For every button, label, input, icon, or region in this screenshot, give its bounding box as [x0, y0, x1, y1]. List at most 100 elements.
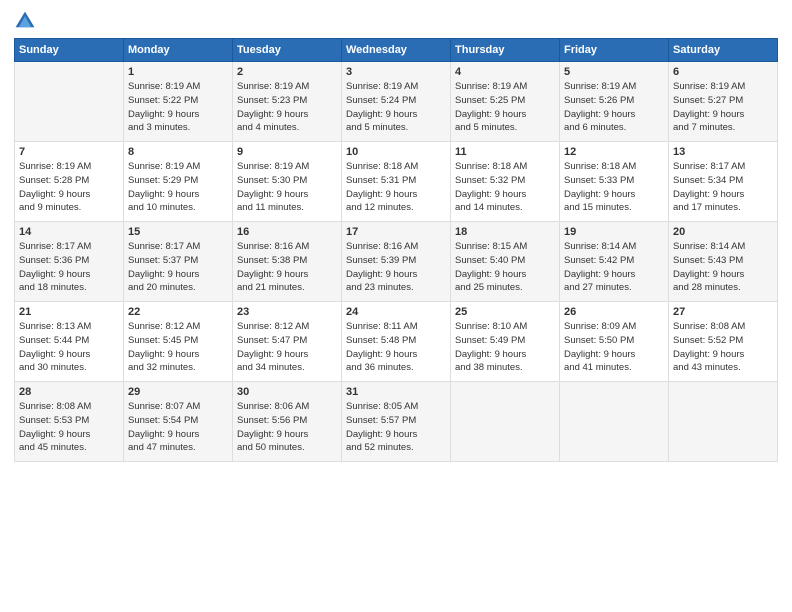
day-number: 4 — [455, 66, 555, 78]
daylight-line2: and 5 minutes. — [455, 121, 555, 135]
daylight-line1: Daylight: 9 hours — [564, 348, 664, 362]
sunrise-text: Sunrise: 8:19 AM — [19, 160, 119, 174]
sunset-text: Sunset: 5:39 PM — [346, 254, 446, 268]
daylight-line1: Daylight: 9 hours — [673, 188, 773, 202]
sunset-text: Sunset: 5:43 PM — [673, 254, 773, 268]
sunrise-text: Sunrise: 8:06 AM — [237, 400, 337, 414]
daylight-line2: and 18 minutes. — [19, 281, 119, 295]
sunset-text: Sunset: 5:22 PM — [128, 94, 228, 108]
header-monday: Monday — [124, 39, 233, 62]
day-cell: 16Sunrise: 8:16 AMSunset: 5:38 PMDayligh… — [233, 222, 342, 302]
day-cell: 15Sunrise: 8:17 AMSunset: 5:37 PMDayligh… — [124, 222, 233, 302]
day-cell: 20Sunrise: 8:14 AMSunset: 5:43 PMDayligh… — [669, 222, 778, 302]
day-cell: 10Sunrise: 8:18 AMSunset: 5:31 PMDayligh… — [342, 142, 451, 222]
sunrise-text: Sunrise: 8:16 AM — [237, 240, 337, 254]
day-number: 26 — [564, 306, 664, 318]
header-saturday: Saturday — [669, 39, 778, 62]
day-cell: 5Sunrise: 8:19 AMSunset: 5:26 PMDaylight… — [560, 62, 669, 142]
sunset-text: Sunset: 5:24 PM — [346, 94, 446, 108]
daylight-line1: Daylight: 9 hours — [237, 428, 337, 442]
header-friday: Friday — [560, 39, 669, 62]
day-cell: 14Sunrise: 8:17 AMSunset: 5:36 PMDayligh… — [15, 222, 124, 302]
header-sunday: Sunday — [15, 39, 124, 62]
sunrise-text: Sunrise: 8:08 AM — [19, 400, 119, 414]
sunrise-text: Sunrise: 8:19 AM — [237, 80, 337, 94]
sunrise-text: Sunrise: 8:09 AM — [564, 320, 664, 334]
daylight-line2: and 6 minutes. — [564, 121, 664, 135]
day-number: 9 — [237, 146, 337, 158]
daylight-line2: and 7 minutes. — [673, 121, 773, 135]
day-cell: 24Sunrise: 8:11 AMSunset: 5:48 PMDayligh… — [342, 302, 451, 382]
day-cell — [15, 62, 124, 142]
daylight-line2: and 36 minutes. — [346, 361, 446, 375]
day-number: 31 — [346, 386, 446, 398]
header-row: SundayMondayTuesdayWednesdayThursdayFrid… — [15, 39, 778, 62]
sunset-text: Sunset: 5:44 PM — [19, 334, 119, 348]
sunrise-text: Sunrise: 8:17 AM — [673, 160, 773, 174]
week-row-1: 1Sunrise: 8:19 AMSunset: 5:22 PMDaylight… — [15, 62, 778, 142]
week-row-4: 21Sunrise: 8:13 AMSunset: 5:44 PMDayligh… — [15, 302, 778, 382]
day-cell: 28Sunrise: 8:08 AMSunset: 5:53 PMDayligh… — [15, 382, 124, 462]
daylight-line1: Daylight: 9 hours — [128, 348, 228, 362]
sunset-text: Sunset: 5:30 PM — [237, 174, 337, 188]
daylight-line1: Daylight: 9 hours — [673, 268, 773, 282]
day-cell: 2Sunrise: 8:19 AMSunset: 5:23 PMDaylight… — [233, 62, 342, 142]
sunrise-text: Sunrise: 8:14 AM — [564, 240, 664, 254]
logo — [14, 10, 40, 32]
sunrise-text: Sunrise: 8:19 AM — [455, 80, 555, 94]
daylight-line2: and 28 minutes. — [673, 281, 773, 295]
daylight-line1: Daylight: 9 hours — [455, 188, 555, 202]
sunrise-text: Sunrise: 8:19 AM — [128, 80, 228, 94]
daylight-line2: and 9 minutes. — [19, 201, 119, 215]
sunset-text: Sunset: 5:52 PM — [673, 334, 773, 348]
sunrise-text: Sunrise: 8:19 AM — [237, 160, 337, 174]
day-number: 8 — [128, 146, 228, 158]
sunset-text: Sunset: 5:47 PM — [237, 334, 337, 348]
daylight-line2: and 3 minutes. — [128, 121, 228, 135]
day-cell: 13Sunrise: 8:17 AMSunset: 5:34 PMDayligh… — [669, 142, 778, 222]
daylight-line1: Daylight: 9 hours — [237, 268, 337, 282]
sunrise-text: Sunrise: 8:16 AM — [346, 240, 446, 254]
day-cell: 22Sunrise: 8:12 AMSunset: 5:45 PMDayligh… — [124, 302, 233, 382]
daylight-line2: and 41 minutes. — [564, 361, 664, 375]
daylight-line1: Daylight: 9 hours — [237, 188, 337, 202]
sunset-text: Sunset: 5:53 PM — [19, 414, 119, 428]
daylight-line1: Daylight: 9 hours — [564, 188, 664, 202]
sunset-text: Sunset: 5:37 PM — [128, 254, 228, 268]
day-number: 2 — [237, 66, 337, 78]
sunset-text: Sunset: 5:45 PM — [128, 334, 228, 348]
sunrise-text: Sunrise: 8:17 AM — [19, 240, 119, 254]
daylight-line2: and 50 minutes. — [237, 441, 337, 455]
daylight-line1: Daylight: 9 hours — [19, 188, 119, 202]
sunset-text: Sunset: 5:50 PM — [564, 334, 664, 348]
sunset-text: Sunset: 5:31 PM — [346, 174, 446, 188]
daylight-line1: Daylight: 9 hours — [19, 268, 119, 282]
sunrise-text: Sunrise: 8:07 AM — [128, 400, 228, 414]
day-cell: 30Sunrise: 8:06 AMSunset: 5:56 PMDayligh… — [233, 382, 342, 462]
daylight-line2: and 47 minutes. — [128, 441, 228, 455]
sunrise-text: Sunrise: 8:19 AM — [564, 80, 664, 94]
daylight-line1: Daylight: 9 hours — [19, 428, 119, 442]
daylight-line2: and 14 minutes. — [455, 201, 555, 215]
day-number: 11 — [455, 146, 555, 158]
header-wednesday: Wednesday — [342, 39, 451, 62]
day-number: 1 — [128, 66, 228, 78]
day-cell: 23Sunrise: 8:12 AMSunset: 5:47 PMDayligh… — [233, 302, 342, 382]
day-cell — [669, 382, 778, 462]
daylight-line2: and 10 minutes. — [128, 201, 228, 215]
daylight-line2: and 12 minutes. — [346, 201, 446, 215]
daylight-line1: Daylight: 9 hours — [346, 108, 446, 122]
daylight-line2: and 20 minutes. — [128, 281, 228, 295]
header-tuesday: Tuesday — [233, 39, 342, 62]
logo-icon — [14, 10, 36, 32]
daylight-line2: and 34 minutes. — [237, 361, 337, 375]
day-cell: 19Sunrise: 8:14 AMSunset: 5:42 PMDayligh… — [560, 222, 669, 302]
header-thursday: Thursday — [451, 39, 560, 62]
sunrise-text: Sunrise: 8:08 AM — [673, 320, 773, 334]
sunrise-text: Sunrise: 8:14 AM — [673, 240, 773, 254]
daylight-line1: Daylight: 9 hours — [673, 108, 773, 122]
day-number: 23 — [237, 306, 337, 318]
sunrise-text: Sunrise: 8:12 AM — [237, 320, 337, 334]
sunset-text: Sunset: 5:27 PM — [673, 94, 773, 108]
sunrise-text: Sunrise: 8:18 AM — [455, 160, 555, 174]
